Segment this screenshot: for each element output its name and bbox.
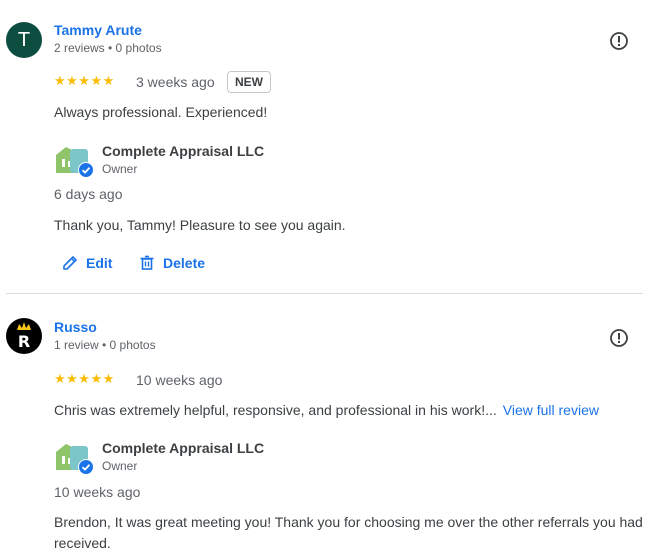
view-full-review-link[interactable]: View full review	[503, 402, 599, 418]
report-button[interactable]	[608, 327, 630, 349]
review-text: Always professional. Experienced!	[54, 104, 268, 120]
verified-check-icon	[78, 162, 94, 178]
delete-label: Delete	[163, 255, 206, 271]
report-button[interactable]	[608, 30, 630, 52]
owner-logo	[54, 440, 94, 476]
review-card: R Russo 1 review • 0 photos ★★★★★ 10 wee…	[0, 294, 656, 560]
review-time: 3 weeks ago	[136, 74, 215, 90]
reviewer-name[interactable]: Russo	[54, 319, 97, 335]
owner-logo	[54, 143, 94, 179]
reviewer-meta: 1 review • 0 photos	[54, 338, 156, 352]
pencil-icon	[63, 256, 77, 270]
review-text-body: Chris was extremely helpful, responsive,…	[54, 402, 497, 418]
owner-name: Complete Appraisal LLC	[102, 143, 265, 159]
star-rating: ★★★★★	[54, 73, 115, 88]
reviewer-avatar[interactable]: R	[6, 318, 42, 354]
owner-reply-text: Brendon, It was great meeting you! Thank…	[54, 514, 643, 551]
owner-reply-text: Thank you, Tammy! Pleasure to see you ag…	[54, 217, 346, 233]
reply-date: 6 days ago	[54, 186, 123, 202]
owner-name: Complete Appraisal LLC	[102, 440, 265, 456]
svg-text:R: R	[18, 332, 30, 351]
edit-label: Edit	[86, 255, 113, 271]
new-badge: NEW	[227, 71, 271, 93]
exclamation-circle-icon	[610, 32, 628, 50]
reviewer-name[interactable]: Tammy Arute	[54, 22, 142, 38]
owner-role: Owner	[102, 162, 138, 176]
exclamation-circle-icon	[610, 329, 628, 347]
edit-button[interactable]: Edit	[62, 255, 112, 271]
review-text: Chris was extremely helpful, responsive,…	[54, 402, 599, 418]
star-rating: ★★★★★	[54, 371, 115, 386]
owner-role: Owner	[102, 459, 138, 473]
avatar-letter: T	[17, 28, 31, 51]
trash-icon	[140, 255, 154, 270]
reply-date: 10 weeks ago	[54, 484, 141, 500]
crown-logo-icon: R	[17, 322, 31, 351]
reviewer-meta: 2 reviews • 0 photos	[54, 41, 162, 55]
review-time: 10 weeks ago	[136, 372, 223, 388]
verified-check-icon	[78, 459, 94, 475]
delete-button[interactable]: Delete	[139, 255, 205, 271]
reviewer-avatar[interactable]: T	[6, 22, 42, 58]
review-card: T Tammy Arute 2 reviews • 0 photos ★★★★★…	[0, 0, 656, 292]
